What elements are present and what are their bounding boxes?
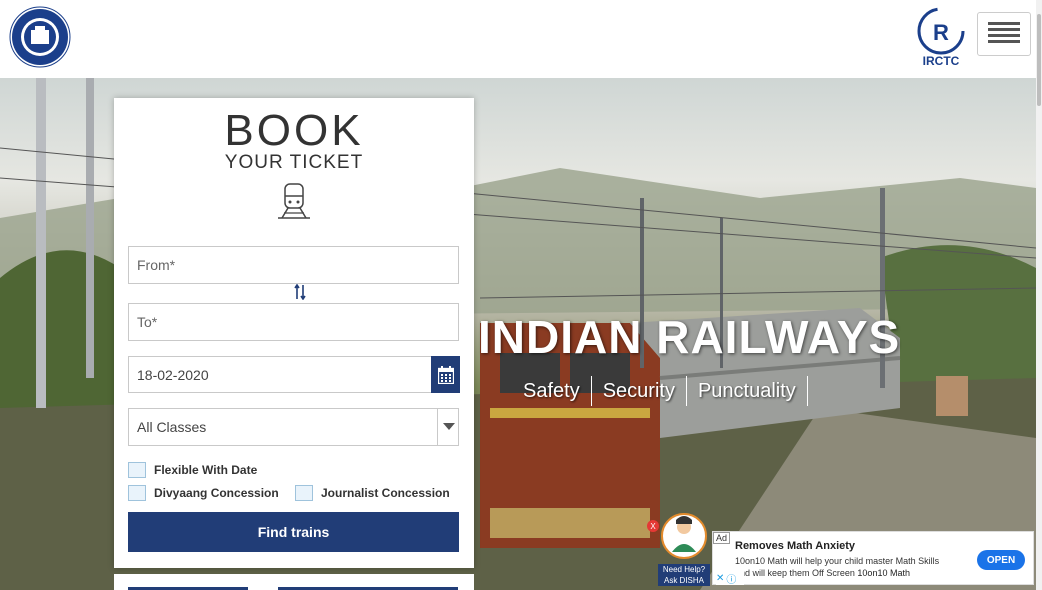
class-value: All Classes — [137, 419, 207, 435]
book-subtitle: YOUR TICKET — [224, 152, 364, 173]
ad-title[interactable]: Removes Math Anxiety — [735, 540, 855, 552]
date-value: 18-02-2020 — [137, 366, 209, 383]
flexible-date-checkbox[interactable] — [128, 462, 146, 478]
svg-text:IRCTC: IRCTC — [923, 54, 960, 67]
calendar-icon — [437, 365, 454, 384]
flexible-date-label: Flexible With Date — [154, 463, 258, 477]
indian-railways-logo[interactable] — [9, 6, 71, 68]
divyaang-checkbox[interactable] — [128, 485, 146, 501]
book-title: BOOK — [224, 106, 364, 155]
class-select[interactable]: All Classes — [128, 408, 459, 446]
ad-desc-line1: 10on10 Math will help your child master … — [735, 556, 940, 566]
booking-panel: BOOK YOUR TICKET From* To* 18-02-2020 Al… — [114, 98, 474, 568]
flexible-date-option[interactable]: Flexible With Date — [128, 462, 257, 478]
disha-help-text[interactable]: Need Help? Ask DISHA — [658, 564, 710, 586]
page-scrollbar[interactable] — [1036, 0, 1042, 590]
journalist-checkbox[interactable] — [295, 485, 313, 501]
disha-line1: Need Help? — [662, 565, 706, 574]
chevron-down-icon — [442, 423, 455, 430]
svg-text:R: R — [933, 20, 949, 45]
secondary-panel — [114, 574, 474, 590]
ad-close-icon[interactable]: ✕ — [716, 573, 724, 584]
ad-desc-line2: and will keep them Off Screen — [735, 568, 855, 578]
hero-taglines: Safety Security Punctuality — [512, 376, 808, 406]
find-trains-button[interactable]: Find trains — [128, 512, 459, 552]
ad-info-icon[interactable]: ⓘ — [726, 571, 736, 586]
to-placeholder: To* — [137, 314, 158, 330]
tagline-punctuality: Punctuality — [687, 376, 808, 406]
ad-description: 10on10 Math will help your child master … — [735, 555, 967, 579]
from-field[interactable]: From* — [128, 246, 459, 284]
advertisement-banner[interactable]: Ad Removes Math Anxiety 10on10 Math will… — [712, 531, 1034, 585]
ad-brand: 10on10 Math — [857, 568, 910, 578]
swap-stations-icon[interactable] — [294, 284, 306, 300]
from-placeholder: From* — [137, 257, 176, 273]
disha-line2: Ask DISHA — [663, 576, 704, 585]
menu-button[interactable] — [977, 12, 1031, 56]
scrollbar-thumb[interactable] — [1037, 14, 1041, 106]
ad-open-button[interactable]: OPEN — [977, 550, 1025, 570]
divyaang-option[interactable]: Divyaang Concession — [128, 485, 279, 501]
calendar-button[interactable] — [431, 356, 460, 393]
train-icon — [278, 183, 310, 219]
hamburger-icon — [988, 22, 1020, 43]
tagline-safety: Safety — [512, 376, 592, 406]
irctc-logo[interactable]: R IRCTC — [914, 5, 968, 68]
tagline-security: Security — [592, 376, 687, 406]
divyaang-label: Divyaang Concession — [154, 486, 279, 500]
ad-choices[interactable]: ✕ ⓘ — [716, 571, 744, 586]
ad-tag: Ad — [713, 532, 731, 544]
date-field[interactable]: 18-02-2020 — [128, 356, 432, 393]
to-field[interactable]: To* — [128, 303, 459, 341]
journalist-option[interactable]: Journalist Concession — [295, 485, 450, 501]
class-dropdown-arrow[interactable] — [437, 409, 459, 445]
journalist-label: Journalist Concession — [321, 486, 450, 500]
header-bar: R IRCTC — [0, 0, 1036, 78]
hero-title: INDIAN RAILWAYS — [478, 311, 901, 363]
